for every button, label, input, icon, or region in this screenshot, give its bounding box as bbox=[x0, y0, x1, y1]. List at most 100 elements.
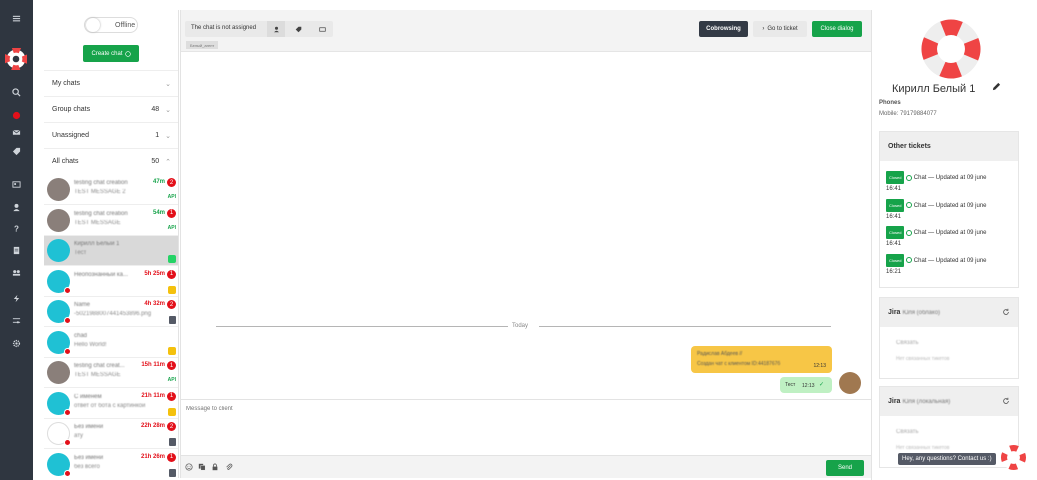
online-status-toggle[interactable]: Offline bbox=[84, 17, 138, 33]
lifebuoy-logo-icon[interactable] bbox=[5, 48, 27, 70]
contact-avatar bbox=[47, 239, 70, 262]
ticket-item[interactable]: Closed Chat — Updated at 09 june 16:41 bbox=[886, 171, 1014, 195]
ticket-item[interactable]: Closed Chat — Updated at 09 june 16:21 bbox=[886, 253, 1014, 278]
chevron-down-icon: ⌄ bbox=[165, 80, 171, 88]
source-api-label: API bbox=[167, 377, 176, 383]
status-label: Offline bbox=[115, 21, 136, 29]
ticket-time: 16:41 bbox=[886, 241, 902, 248]
wait-time: 54m bbox=[152, 209, 165, 216]
unread-badge: 2 bbox=[167, 300, 176, 309]
create-chat-button[interactable]: Create chat bbox=[83, 45, 139, 62]
user-icon[interactable] bbox=[0, 198, 33, 216]
copy-icon[interactable] bbox=[198, 463, 206, 471]
tag-icon[interactable] bbox=[0, 142, 33, 160]
assignment-status: The chat is not assigned bbox=[191, 25, 257, 31]
channel-icon bbox=[169, 438, 176, 446]
chat-list-item[interactable]: Без имени ату 22h 28m 2 bbox=[44, 419, 178, 449]
contact-name: chad bbox=[74, 332, 88, 339]
lightning-icon[interactable] bbox=[0, 289, 33, 307]
cobrowsing-button[interactable]: Cobrowsing bbox=[699, 21, 748, 37]
status-dot-icon[interactable] bbox=[0, 106, 33, 124]
app-sidebar: ? bbox=[0, 0, 33, 480]
go-to-ticket-button[interactable]: › Go to ticket bbox=[753, 21, 807, 37]
refresh-icon[interactable] bbox=[1002, 308, 1010, 316]
jira-title: Jira bbox=[888, 398, 901, 405]
wait-time: 22h 28m bbox=[140, 423, 165, 429]
assign-window-button[interactable] bbox=[313, 21, 331, 37]
contact-name: Без имени bbox=[74, 454, 104, 461]
last-message: ответ от бота с картинкой bbox=[74, 402, 146, 409]
group-group-chats[interactable]: Group chats 48 ⌄ bbox=[44, 96, 178, 122]
help-widget-lifebuoy-icon[interactable] bbox=[1000, 444, 1027, 471]
create-chat-label: Create chat bbox=[91, 50, 123, 57]
group-label: My chats bbox=[52, 80, 81, 87]
jira-subtitle: Юля (локальная) bbox=[902, 398, 951, 405]
team-icon[interactable] bbox=[0, 263, 33, 281]
channel-icon bbox=[169, 316, 176, 324]
gear-icon[interactable] bbox=[0, 334, 33, 352]
jira-link-button[interactable]: Связать bbox=[896, 429, 919, 435]
chat-list-item[interactable]: Кирилл Белый 1 Тест bbox=[44, 236, 178, 266]
chat-list-item[interactable]: Неопознанный ка... 5h 25m 1 bbox=[44, 266, 178, 297]
edit-pencil-icon[interactable] bbox=[992, 82, 1001, 91]
offline-dot-icon bbox=[64, 286, 71, 294]
help-icon[interactable]: ? bbox=[0, 219, 33, 237]
id-card-icon[interactable] bbox=[0, 175, 33, 193]
source-api-label: API bbox=[167, 224, 176, 231]
chat-list-item[interactable]: testing chat creation TEST MESSAGE 54m 1 API bbox=[44, 205, 178, 236]
message-input[interactable] bbox=[186, 406, 786, 412]
message-time: 12:13 bbox=[802, 383, 815, 389]
date-divider-label: Today bbox=[508, 323, 533, 329]
chat-list-item[interactable]: chad Hello World! bbox=[44, 327, 178, 358]
contact-name: testing chat creat... bbox=[74, 363, 125, 369]
group-all-chats[interactable]: All chats 50 ⌃ bbox=[44, 148, 178, 174]
last-message: Тест bbox=[74, 250, 87, 256]
offline-dot-icon bbox=[64, 408, 71, 416]
user-icon bbox=[273, 26, 279, 32]
message-time: 12:13 bbox=[813, 363, 826, 369]
chat-list-item[interactable]: Без имени без всего 21h 26m 1 bbox=[44, 449, 178, 478]
last-message: TEST MESSAGE 2 bbox=[74, 189, 126, 195]
mail-icon[interactable] bbox=[0, 123, 33, 141]
jira-empty-text: Нет связанных тикетов bbox=[896, 445, 950, 451]
ticket-status-badge: Closed bbox=[886, 171, 905, 184]
help-widget-label[interactable]: Hey, any questions? Contact us :) bbox=[898, 453, 996, 465]
lock-icon[interactable] bbox=[211, 463, 219, 471]
ticket-status-badge: Closed bbox=[886, 253, 905, 267]
last-message: TEST MESSAGE bbox=[74, 219, 121, 226]
group-count: 48 bbox=[151, 106, 160, 113]
document-icon[interactable] bbox=[0, 241, 33, 259]
chat-list-item[interactable]: Name -5021988007441453896.png 4h 32m 2 bbox=[44, 297, 178, 327]
message-author: Радислав Абдеев // bbox=[697, 351, 743, 357]
assign-tag-button[interactable] bbox=[289, 21, 307, 37]
chat-list-item[interactable]: С именем ответ от бота с картинкой 21h 11m… bbox=[44, 388, 178, 419]
chat-list-item[interactable]: testing chat creation TEST MESSAGE 2 47m 2 A… bbox=[44, 175, 178, 205]
assign-user-button[interactable] bbox=[267, 21, 285, 37]
chat-list-item[interactable]: testing chat creat... TEST MESSAGE 15h 11m… bbox=[44, 358, 178, 388]
last-message: без всего bbox=[74, 463, 100, 470]
group-label: Group chats bbox=[52, 106, 91, 113]
last-message: -5021988007441453896.png bbox=[74, 311, 152, 317]
chat-tag[interactable]: Белый_агент bbox=[186, 41, 219, 49]
unread-badge: 1 bbox=[167, 452, 176, 462]
sliders-icon[interactable] bbox=[0, 311, 33, 329]
group-unassigned[interactable]: Unassigned 1 ⌄ bbox=[44, 122, 178, 148]
ticket-item[interactable]: Closed Chat — Updated at 09 june 16:41 bbox=[886, 226, 1014, 250]
jira-link-button[interactable]: Связать bbox=[896, 340, 919, 346]
message-text: Тест bbox=[785, 382, 796, 388]
whatsapp-icon bbox=[124, 50, 131, 57]
emoji-icon[interactable] bbox=[185, 463, 193, 471]
other-tickets-title: Other tickets bbox=[888, 143, 931, 150]
send-button[interactable]: Send bbox=[826, 460, 864, 476]
close-dialog-button[interactable]: Close dialog bbox=[812, 21, 862, 37]
offline-dot-icon bbox=[64, 347, 71, 355]
ticket-time: 16:41 bbox=[886, 213, 902, 220]
last-message: Hello World! bbox=[74, 341, 107, 348]
refresh-icon[interactable] bbox=[1002, 397, 1010, 405]
assignment-bar: The chat is not assigned bbox=[185, 21, 333, 37]
attachment-icon[interactable] bbox=[225, 463, 233, 471]
search-icon[interactable] bbox=[0, 83, 33, 101]
menu-icon[interactable] bbox=[0, 9, 33, 27]
ticket-item[interactable]: Closed Chat — Updated at 09 june 16:41 bbox=[886, 198, 1014, 223]
group-my-chats[interactable]: My chats ⌄ bbox=[44, 70, 178, 96]
